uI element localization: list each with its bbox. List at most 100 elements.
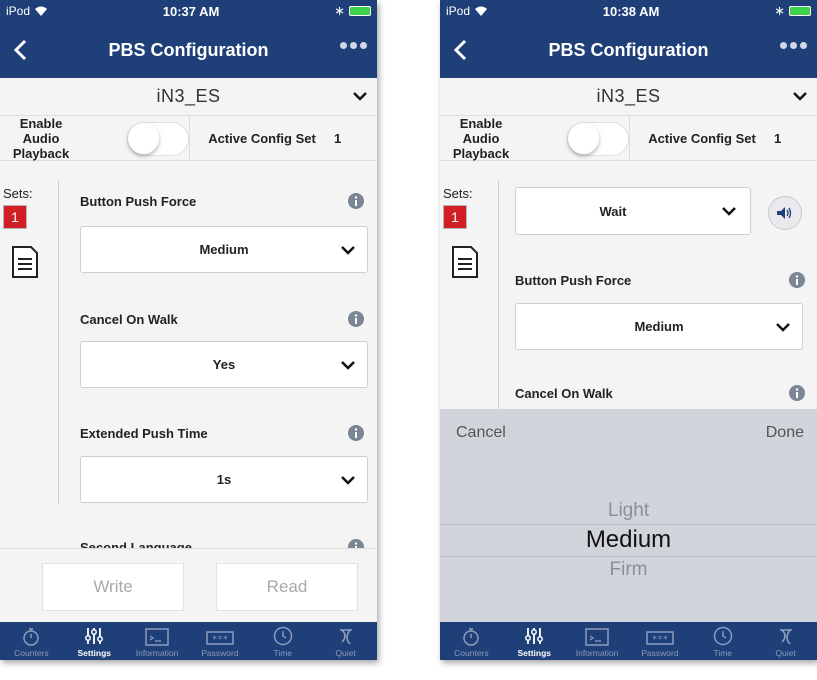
read-button[interactable]: Read [216,563,358,611]
button-push-force-dropdown[interactable]: Medium [515,303,803,350]
audio-playback-toggle[interactable] [127,122,189,156]
tab-password[interactable]: *** Password [628,622,691,660]
tab-quiet[interactable]: Quiet [754,622,817,660]
carrier-label: iPod [6,4,31,18]
chevron-down-icon [793,92,807,101]
set-item-1[interactable]: 1 [3,205,27,229]
device-name: iN3_ES [596,86,661,106]
chevron-down-icon [722,207,736,216]
tab-label: Information [135,648,179,658]
tab-quiet[interactable]: Quiet [314,622,377,660]
info-icon[interactable] [348,193,364,209]
sliders-icon [525,628,544,644]
divider [498,180,499,409]
tab-label: Counters [454,648,489,658]
dropdown-value: Medium [199,242,249,257]
extended-push-time-dropdown[interactable]: 1s [80,456,368,503]
cancel-on-walk-label: Cancel On Walk [515,386,613,401]
info-icon[interactable] [348,425,364,441]
device-selector[interactable]: iN3_ES [0,78,377,116]
battery-icon [348,6,371,16]
dropdown-value: 1s [216,472,232,487]
wifi-icon [475,6,488,16]
write-button[interactable]: Write [42,563,184,611]
message-dropdown[interactable]: Wait [515,187,751,235]
tab-time[interactable]: Time [251,622,314,660]
config-row: Enable Audio Playback Active Config Set … [440,116,817,161]
info-icon[interactable] [348,311,364,327]
sets-column: Sets: 1 [0,186,58,279]
active-config-value: 1 [774,130,782,146]
svg-text:***: *** [652,635,668,645]
chevron-down-icon [353,92,367,101]
wifi-icon [35,6,48,16]
picker-option[interactable]: Firm [440,559,817,581]
stopwatch-icon [463,628,480,646]
picker-option[interactable]: Light [440,500,817,522]
button-push-force-label: Button Push Force [80,194,197,209]
info-icon[interactable] [789,272,805,288]
active-config-value: 1 [334,130,342,146]
navigation-bar: PBS Configuration [0,22,377,78]
tab-password[interactable]: *** Password [188,622,251,660]
more-options-button[interactable] [780,42,807,49]
divider [58,180,59,505]
quiet-icon [339,629,352,645]
stopwatch-icon [23,628,40,646]
phone-screen-1: iPod 10:37 AM ∗ PBS Configuration iN3_ES… [0,0,377,660]
tab-counters[interactable]: Counters [440,622,503,660]
dropdown-value: Wait [599,203,627,219]
audio-playback-label: Enable Audio Playback [452,115,510,161]
chevron-down-icon [341,245,355,255]
carrier-label: iPod [446,4,471,18]
chevron-left-icon [13,39,27,61]
password-icon: *** [646,631,674,645]
force-picker[interactable]: Light Medium Firm [440,457,817,622]
dropdown-value: Medium [634,319,684,334]
document-button[interactable] [451,245,479,279]
chevron-down-icon [341,360,355,370]
status-time: 10:38 AM [602,3,660,19]
tab-information[interactable]: Information [126,622,189,660]
tab-information[interactable]: Information [566,622,629,660]
tab-counters[interactable]: Counters [0,622,63,660]
info-icon[interactable] [789,385,805,401]
document-button[interactable] [11,245,39,279]
more-options-button[interactable] [340,42,367,49]
set-item-1[interactable]: 1 [443,205,467,229]
navigation-bar: PBS Configuration [440,22,817,78]
picker-done-button[interactable]: Done [766,424,804,442]
tab-settings[interactable]: Settings [503,622,566,660]
button-push-force-label: Button Push Force [515,273,632,288]
back-button[interactable] [440,22,480,78]
device-name: iN3_ES [156,86,221,106]
terminal-icon [145,628,169,646]
phone-screen-2: iPod 10:38 AM ∗ PBS Configuration iN3_ES… [440,0,817,660]
page-title: PBS Configuration [108,39,269,60]
battery-icon [788,6,811,16]
tab-time[interactable]: Time [691,622,754,660]
document-icon [12,246,38,278]
device-selector[interactable]: iN3_ES [440,78,817,116]
button-push-force-dropdown[interactable]: Medium [80,226,368,273]
picker-option-selected[interactable]: Medium [440,526,817,554]
tab-label: Quiet [775,648,796,658]
play-audio-button[interactable] [768,196,802,230]
audio-playback-label: Enable Audio Playback [12,115,70,161]
clock-icon [713,626,732,646]
picker-toolbar: Cancel Done [440,409,817,457]
picker-cancel-button[interactable]: Cancel [456,424,506,442]
status-time: 10:37 AM [162,3,220,19]
picker-divider [440,524,817,525]
active-config-label: Active Config Set [648,130,756,146]
audio-playback-toggle[interactable] [567,122,629,156]
status-bar: iPod 10:38 AM ∗ [440,0,817,22]
speaker-icon [777,207,792,219]
cancel-on-walk-dropdown[interactable]: Yes [80,341,368,388]
svg-text:***: *** [212,635,228,645]
bluetooth-icon: ∗ [334,3,345,18]
back-button[interactable] [0,22,40,78]
tab-settings[interactable]: Settings [63,622,126,660]
clock-icon [273,626,292,646]
sliders-icon [85,628,104,644]
